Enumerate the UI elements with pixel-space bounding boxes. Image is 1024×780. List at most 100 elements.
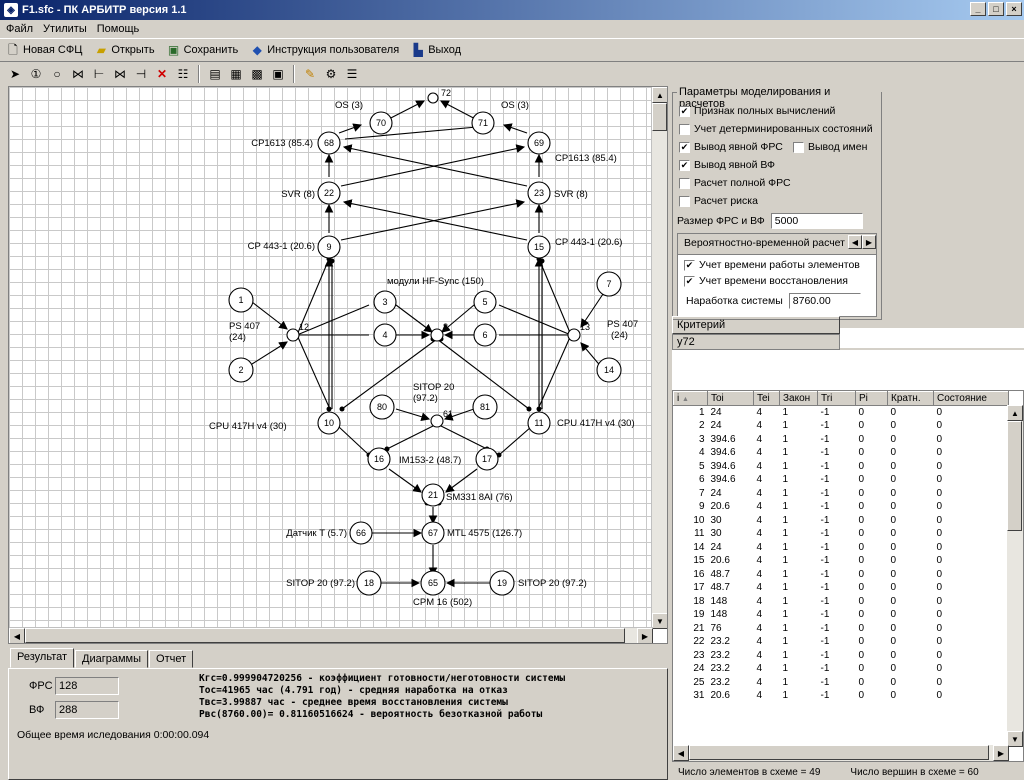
table-row[interactable]: 25 23.2 4 1 -1 0 0 0: [674, 676, 1009, 690]
node-tool-icon[interactable]: ①: [27, 65, 45, 83]
diagram-canvas[interactable]: 70 71 68 69 22 23 9 15 1 2 3 4 5 6 7 14 …: [9, 87, 653, 629]
checkbox-box[interactable]: [679, 195, 690, 207]
close-button[interactable]: ×: [1006, 2, 1022, 16]
scroll-down-icon[interactable]: ▼: [652, 613, 667, 629]
open-button[interactable]: ▰ Открыть: [94, 43, 155, 57]
exit-button[interactable]: ▙ Выход: [411, 43, 462, 57]
checkbox-box[interactable]: ✔: [684, 275, 695, 287]
scroll-right-icon[interactable]: ▶: [993, 745, 1009, 761]
column-header[interactable]: Кратн.: [887, 391, 934, 406]
table-row[interactable]: 14 24 4 1 -1 0 0 0: [674, 541, 1009, 555]
checkbox-box[interactable]: ✔: [679, 159, 690, 171]
criteria-value[interactable]: y72: [672, 334, 840, 350]
narabotka-input[interactable]: 8760.00: [788, 293, 861, 309]
pointer-tool-icon[interactable]: ➤: [6, 65, 24, 83]
scroll-up-icon[interactable]: ▲: [652, 87, 667, 103]
table-row[interactable]: 7 24 4 1 -1 0 0 0: [674, 487, 1009, 501]
structure-diagram[interactable]: 70 71 68 69 22 23 9 15 1 2 3 4 5 6 7 14 …: [9, 87, 653, 629]
size-input[interactable]: 5000: [770, 213, 863, 229]
menu-file[interactable]: Файл: [6, 23, 33, 35]
delete-icon[interactable]: ✕: [153, 65, 171, 83]
table-row[interactable]: 22 23.2 4 1 -1 0 0 0: [674, 635, 1009, 649]
table-row[interactable]: 6 394.6 4 1 -1 0 0 0: [674, 473, 1009, 487]
table-row[interactable]: 17 48.7 4 1 -1 0 0 0: [674, 581, 1009, 595]
table-row[interactable]: 31 20.6 4 1 -1 0 0 0: [674, 689, 1009, 703]
checkbox-box[interactable]: [793, 141, 804, 153]
checkbox-box[interactable]: ✔: [684, 259, 695, 271]
column-header[interactable]: Закон: [779, 391, 818, 406]
arc-left-tool-icon[interactable]: ⊣: [132, 65, 150, 83]
checkbox-restore-time[interactable]: ✔ Учет времени восстановления: [684, 275, 848, 287]
tab-report[interactable]: Отчет: [149, 650, 194, 668]
window-icon[interactable]: ▣: [269, 65, 287, 83]
table-row[interactable]: 24 23.2 4 1 -1 0 0 0: [674, 662, 1009, 676]
table-row[interactable]: 23 23.2 4 1 -1 0 0 0: [674, 649, 1009, 663]
grid-horizontal-scrollbar[interactable]: ◀ ▶: [673, 745, 1009, 761]
column-header[interactable]: Состояние: [933, 391, 1009, 406]
calculate-icon[interactable]: ⚙: [322, 65, 340, 83]
scroll-up-icon[interactable]: ▲: [1007, 405, 1023, 421]
new-sfc-button[interactable]: 🗋 Новая СФЦ: [6, 43, 82, 57]
properties-icon[interactable]: ☷: [174, 65, 192, 83]
column-header[interactable]: Tei: [753, 391, 780, 406]
checkbox-full-fps[interactable]: Расчет полной ФРС: [679, 177, 791, 189]
table-row[interactable]: 16 48.7 4 1 -1 0 0 0: [674, 568, 1009, 582]
table-row[interactable]: 19 148 4 1 -1 0 0 0: [674, 608, 1009, 622]
scroll-left-icon[interactable]: ◀: [9, 628, 25, 643]
column-header[interactable]: Toi: [707, 391, 754, 406]
arc-double-tool-icon[interactable]: ⋈: [111, 65, 129, 83]
checkbox-names-output[interactable]: Вывод имен: [793, 141, 867, 153]
scroll-thumb[interactable]: [25, 628, 625, 643]
tab-result[interactable]: Результат: [10, 648, 75, 668]
user-guide-button[interactable]: ◆ Инструкция пользователя: [250, 43, 400, 57]
copy-icon[interactable]: ▤: [206, 65, 224, 83]
checkbox-vf-output[interactable]: ✔ Вывод явной ВФ: [679, 159, 775, 171]
scroll-thumb[interactable]: [1007, 421, 1022, 531]
column-header[interactable]: i ▲: [673, 391, 708, 406]
scroll-thumb[interactable]: [652, 103, 667, 131]
layout-icon[interactable]: ▩: [248, 65, 266, 83]
checkbox-work-time[interactable]: ✔ Учет времени работы элементов: [684, 259, 860, 271]
maximize-button[interactable]: □: [988, 2, 1004, 16]
checkbox-box[interactable]: ✔: [679, 105, 690, 117]
table-row[interactable]: 11 30 4 1 -1 0 0 0: [674, 527, 1009, 541]
node-13[interactable]: [567, 328, 581, 342]
checkbox-risk[interactable]: Расчет риска: [679, 195, 758, 207]
checkbox-full-calc[interactable]: ✔ Признак полных вычислений: [679, 105, 835, 117]
node-61[interactable]: [430, 414, 444, 428]
column-header[interactable]: Pi: [855, 391, 888, 406]
or-node-tool-icon[interactable]: ○: [48, 65, 66, 83]
scroll-thumb[interactable]: [689, 745, 989, 760]
arc-tool-icon[interactable]: ⋈: [69, 65, 87, 83]
table-row[interactable]: 15 20.6 4 1 -1 0 0 0: [674, 554, 1009, 568]
table-row[interactable]: 3 394.6 4 1 -1 0 0 0: [674, 433, 1009, 447]
column-header[interactable]: Tri: [817, 391, 856, 406]
grid-icon[interactable]: ▦: [227, 65, 245, 83]
scroll-left-icon[interactable]: ◀: [673, 745, 689, 761]
checkbox-determ-states[interactable]: Учет детерминированных состояний: [679, 123, 873, 135]
spin-right-icon[interactable]: ▶: [862, 235, 876, 249]
prob-time-spinner[interactable]: ◀ ▶: [848, 235, 876, 249]
table-row[interactable]: 21 76 4 1 -1 0 0 0: [674, 622, 1009, 636]
checkbox-box[interactable]: [679, 177, 690, 189]
table-row[interactable]: 4 394.6 4 1 -1 0 0 0: [674, 446, 1009, 460]
save-button[interactable]: ▣ Сохранить: [167, 43, 238, 57]
vf-field[interactable]: [55, 701, 119, 719]
menu-utilities[interactable]: Утилиты: [43, 23, 87, 35]
pencil-icon[interactable]: ✎: [301, 65, 319, 83]
checkbox-box[interactable]: ✔: [679, 141, 690, 153]
fps-field[interactable]: [55, 677, 119, 695]
node-12[interactable]: [286, 328, 300, 342]
canvas-horizontal-scrollbar[interactable]: ◀ ▶: [9, 627, 653, 643]
minimize-button[interactable]: _: [970, 2, 986, 16]
menu-help[interactable]: Помощь: [97, 23, 140, 35]
tab-diagrams[interactable]: Диаграммы: [75, 650, 149, 668]
checkbox-fps-output[interactable]: ✔ Вывод явной ФРС: [679, 141, 783, 153]
report-icon[interactable]: ☰: [343, 65, 361, 83]
canvas-vertical-scrollbar[interactable]: ▲ ▼: [651, 87, 667, 629]
table-row[interactable]: 10 30 4 1 -1 0 0 0: [674, 514, 1009, 528]
arc-right-tool-icon[interactable]: ⊢: [90, 65, 108, 83]
table-row[interactable]: 2 24 4 1 -1 0 0 0: [674, 419, 1009, 433]
checkbox-box[interactable]: [679, 123, 690, 135]
table-row[interactable]: 18 148 4 1 -1 0 0 0: [674, 595, 1009, 609]
